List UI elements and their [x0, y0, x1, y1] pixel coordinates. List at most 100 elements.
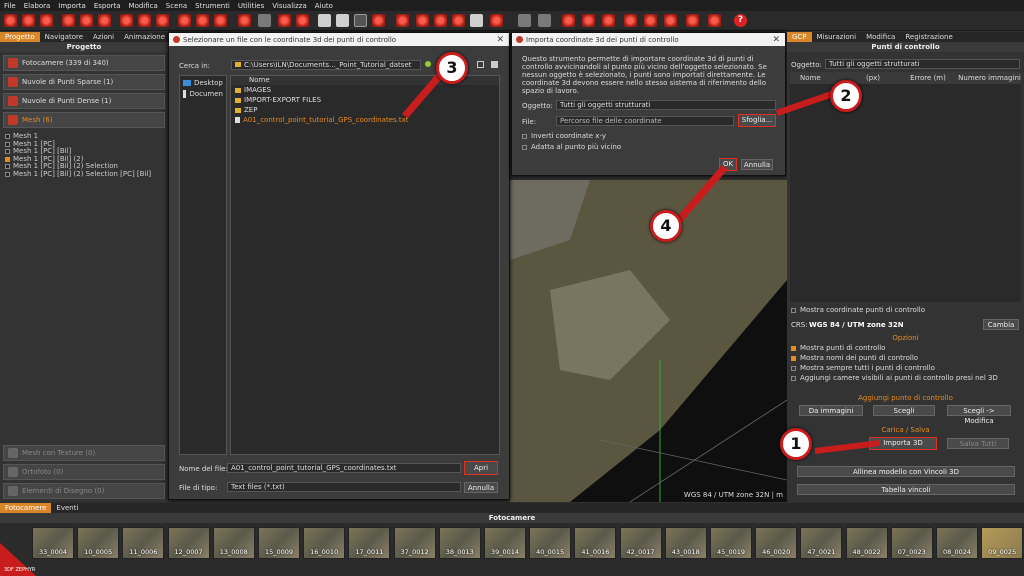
viewport[interactable]: WGS 84 / UTM zone 32N | m	[510, 180, 787, 502]
code-icon[interactable]	[644, 14, 657, 27]
open-button[interactable]: Apri	[464, 461, 498, 475]
option-show-all[interactable]: Mostra sempre tutti i punti di controllo	[791, 363, 1019, 373]
select-icon[interactable]	[258, 14, 271, 27]
cancel-button[interactable]: Annulla	[464, 482, 498, 493]
tab-eventi[interactable]: Eventi	[51, 503, 83, 513]
box-icon[interactable]	[686, 14, 699, 27]
checkbox[interactable]	[5, 156, 10, 162]
constraints-table-button[interactable]: Tabella vincoli	[797, 484, 1015, 495]
tab-azioni[interactable]: Azioni	[88, 32, 119, 42]
points-icon[interactable]	[178, 14, 191, 27]
back-icon[interactable]	[425, 61, 431, 67]
ok-button[interactable]: OK	[719, 158, 737, 171]
selected-tool-icon[interactable]	[354, 14, 367, 27]
menu-aiuto[interactable]: Aiuto	[315, 2, 333, 10]
from-images-button[interactable]: Da immagini	[799, 405, 863, 416]
camera-thumbnail[interactable]: 08_0024	[936, 527, 978, 559]
camera-thumbnail[interactable]: 11_0006	[122, 527, 165, 559]
checkbox[interactable]	[5, 164, 10, 170]
place-documents[interactable]: Documen	[183, 90, 223, 98]
checkbox[interactable]	[5, 171, 10, 177]
camera-thumbnail[interactable]: 33_0004	[32, 527, 74, 559]
camera-thumbnail[interactable]: 41_0016	[574, 527, 617, 559]
camera-thumbnail[interactable]: 10_0005	[77, 527, 120, 559]
tab-progetto[interactable]: Progetto	[0, 32, 40, 42]
group-sparse[interactable]: Nuvole di Punti Sparse (1)	[3, 74, 165, 90]
camera-thumbnail[interactable]: 47_0021	[800, 527, 843, 559]
menu-utilities[interactable]: Utilities	[238, 2, 264, 10]
menu-scena[interactable]: Scena	[166, 2, 187, 10]
camera-thumbnail[interactable]: 09_0025	[981, 527, 1024, 559]
camera-thumbnail[interactable]: 07_0023	[890, 527, 933, 559]
close-icon[interactable]: ✕	[496, 35, 504, 45]
file-row-selected[interactable]: A01_control_point_tutorial_GPS_coordinat…	[231, 115, 499, 125]
crosshair-icon[interactable]	[562, 14, 575, 27]
place-desktop[interactable]: Desktop	[183, 79, 223, 87]
crop-icon[interactable]	[582, 14, 595, 27]
show-coords-checkbox[interactable]: Mostra coordinate punti di controllo	[791, 305, 925, 315]
path-field[interactable]: C:\Users\ILN\Documents..._Point_Tutorial…	[231, 60, 421, 70]
invert-checkbox[interactable]: Inverti coordinate x-y	[522, 131, 606, 141]
measure-icon[interactable]	[214, 14, 227, 27]
camera-thumbnail[interactable]: 40_0015	[529, 527, 572, 559]
camera-thumbnail[interactable]: 48_0022	[845, 527, 888, 559]
cancel-button[interactable]: Annulla	[741, 159, 773, 170]
camera-thumbnail[interactable]: 17_0011	[348, 527, 391, 559]
tab-misurazioni[interactable]: Misurazioni	[812, 32, 862, 42]
bbox-icon[interactable]	[296, 14, 309, 27]
menu-strumenti[interactable]: Strumenti	[195, 2, 230, 10]
option-add-cameras[interactable]: Aggiungi camere visibili ai punti di con…	[791, 373, 1019, 383]
group-orthophoto[interactable]: Ortofoto (0)	[3, 464, 165, 480]
column-header[interactable]: Errore (m)	[898, 72, 958, 84]
target2-icon[interactable]	[434, 14, 447, 27]
triangle-red-icon[interactable]	[336, 14, 349, 27]
polyline-icon[interactable]	[278, 14, 291, 27]
import-3d-button[interactable]: Importa 3D	[869, 437, 937, 450]
menu-elabora[interactable]: Elabora	[24, 2, 51, 10]
target-icon[interactable]	[416, 14, 429, 27]
group-mesh[interactable]: Mesh (6)	[3, 112, 165, 128]
orthophoto-icon[interactable]	[156, 14, 169, 27]
hexagon-icon[interactable]	[470, 14, 483, 27]
browse-button[interactable]: Sfoglia...	[738, 114, 776, 127]
chart-icon[interactable]	[624, 14, 637, 27]
rotate-icon[interactable]	[238, 14, 251, 27]
cube-icon[interactable]	[452, 14, 465, 27]
filename-field[interactable]: A01_control_point_tutorial_GPS_coordinat…	[227, 463, 461, 473]
group-textured-mesh[interactable]: Mesh con Texture (0)	[3, 445, 165, 461]
sparse-cloud-icon[interactable]	[80, 14, 93, 27]
menu-file[interactable]: File	[4, 2, 16, 10]
scale-icon[interactable]	[196, 14, 209, 27]
camera-thumbnail[interactable]: 12_0007	[167, 527, 210, 559]
camera-thumbnail[interactable]: 42_0017	[619, 527, 662, 559]
file-row[interactable]: IMPORT-EXPORT FILES	[231, 95, 499, 105]
camera-thumbnail[interactable]: 15_0009	[258, 527, 300, 559]
column-header[interactable]: Numero immagini	[958, 72, 1021, 84]
object-select[interactable]: Tutti gli oggetti strutturati	[556, 100, 776, 110]
file-path-field[interactable]: Percorso file delle coordinate	[556, 116, 734, 126]
camera-thumbnail[interactable]: 46_0020	[755, 527, 798, 559]
open-project-icon[interactable]	[22, 14, 35, 27]
tab-fotocamere[interactable]: Fotocamere	[0, 503, 52, 513]
camera-icon[interactable]	[396, 14, 409, 27]
mesh-icon[interactable]	[120, 14, 133, 27]
settings-icon[interactable]	[664, 14, 677, 27]
menu-importa[interactable]: Importa	[58, 2, 86, 10]
checkbox[interactable]	[5, 134, 10, 140]
option-show-points[interactable]: Mostra punti di controllo	[791, 343, 1019, 353]
box2-icon[interactable]	[708, 14, 721, 27]
tab-gcp[interactable]: GCP	[787, 32, 812, 42]
file-row[interactable]: ZEP	[231, 105, 499, 115]
triangle-icon[interactable]	[318, 14, 331, 27]
tab-modifica[interactable]: Modifica	[861, 32, 900, 42]
undo-icon[interactable]	[518, 14, 531, 27]
menu-modifica[interactable]: Modifica	[129, 2, 158, 10]
workflow-icon[interactable]	[62, 14, 75, 27]
menu-visualizza[interactable]: Visualizza	[272, 2, 306, 10]
view-icon[interactable]	[477, 61, 484, 68]
checkbox[interactable]	[5, 149, 10, 155]
details-icon[interactable]	[491, 61, 498, 68]
save-project-icon[interactable]	[40, 14, 53, 27]
dense-cloud-icon[interactable]	[98, 14, 111, 27]
camera-thumbnail[interactable]: 43_0018	[664, 527, 707, 559]
